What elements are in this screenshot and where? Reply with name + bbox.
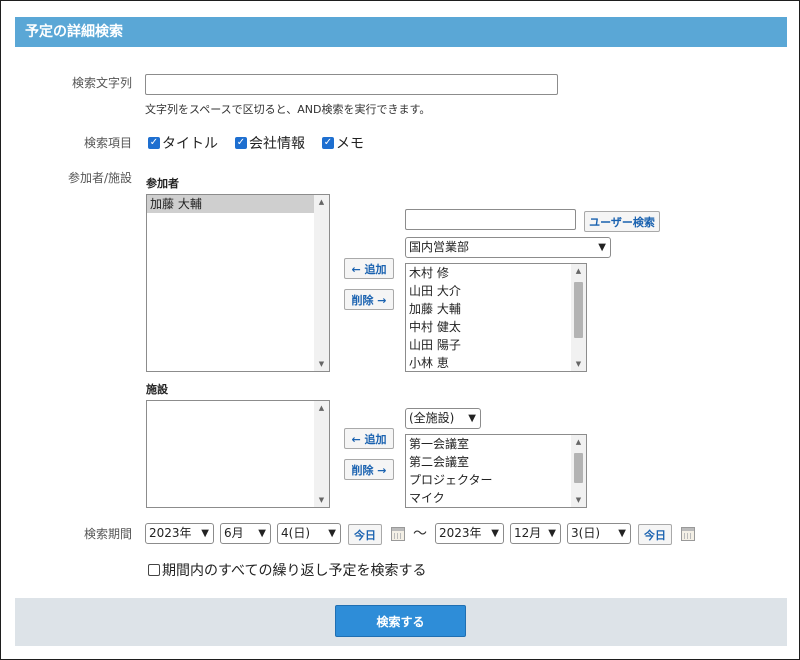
scrollbar[interactable]: ▲ ▼ <box>571 435 586 507</box>
checkbox-checked-icon: ✓ <box>322 137 334 149</box>
start-day-value: 4(日) <box>281 526 310 540</box>
checkbox-company-info-label: 会社情報 <box>249 136 305 152</box>
keyword-label: 検索文字列 <box>71 76 132 90</box>
checkbox-memo[interactable]: ✓ メモ <box>322 133 364 153</box>
scroll-up-icon[interactable]: ▲ <box>314 195 329 209</box>
chevron-down-icon: ▼ <box>258 528 266 539</box>
scroll-down-icon[interactable]: ▼ <box>571 493 586 507</box>
end-year-select[interactable]: 2023年 ▼ <box>435 523 504 544</box>
facilities-label: 施設 <box>146 383 168 396</box>
scroll-up-icon[interactable]: ▲ <box>571 264 586 278</box>
checkbox-checked-icon: ✓ <box>148 137 160 149</box>
keyword-hint: 文字列をスペースで区切ると、AND検索を実行できます。 <box>145 103 431 116</box>
start-month-value: 6月 <box>224 526 244 540</box>
facility-candidates-list[interactable]: 第一会議室 第二会議室 プロジェクター マイク ▲ ▼ <box>405 434 587 508</box>
dialog-title: 予定の詳細検索 <box>15 17 787 47</box>
period-label: 検索期間 <box>83 527 132 541</box>
chevron-down-icon: ▼ <box>201 528 209 539</box>
end-today-button[interactable]: 今日 <box>638 524 672 545</box>
checkbox-company-info[interactable]: ✓ 会社情報 <box>235 133 305 153</box>
checkbox-title-label: タイトル <box>162 136 218 152</box>
organization-select-value: 国内営業部 <box>409 240 470 254</box>
scroll-down-icon[interactable]: ▼ <box>571 357 586 371</box>
list-item[interactable]: 加藤 大輔 <box>147 195 314 213</box>
end-day-select[interactable]: 3(日) ▼ <box>567 523 631 544</box>
start-day-select[interactable]: 4(日) ▼ <box>277 523 341 544</box>
repeat-events-label: 期間内のすべての繰り返し予定を検索する <box>162 563 427 579</box>
list-item[interactable]: 第一会議室 <box>406 435 586 453</box>
scrollbar[interactable]: ▲ ▼ <box>314 195 329 371</box>
list-item[interactable]: 木村 修 <box>406 264 586 282</box>
facility-group-select[interactable]: (全施設) ▼ <box>405 408 481 429</box>
participants-facilities-label: 参加者/施設 <box>67 171 132 185</box>
scroll-up-icon[interactable]: ▲ <box>571 435 586 449</box>
scroll-thumb[interactable] <box>574 282 583 338</box>
remove-participant-button[interactable]: 削除 → <box>344 289 394 310</box>
list-item[interactable]: 山田 大介 <box>406 282 586 300</box>
chevron-down-icon: ▼ <box>548 528 556 539</box>
calendar-icon[interactable] <box>681 527 695 541</box>
chevron-down-icon: ▼ <box>598 242 606 253</box>
list-item[interactable]: マイク <box>406 489 586 507</box>
chevron-down-icon: ▼ <box>328 528 336 539</box>
end-month-value: 12月 <box>514 526 542 540</box>
repeat-events-checkbox[interactable]: 期間内のすべての繰り返し予定を検索する <box>148 560 426 580</box>
checkbox-checked-icon: ✓ <box>235 137 247 149</box>
checkbox-memo-label: メモ <box>336 136 364 152</box>
start-today-button[interactable]: 今日 <box>348 524 382 545</box>
selected-participants-list[interactable]: 加藤 大輔 ▲ ▼ <box>146 194 330 372</box>
fields-label: 検索項目 <box>83 136 132 150</box>
participants-label: 参加者 <box>146 177 179 190</box>
scroll-up-icon[interactable]: ▲ <box>314 401 329 415</box>
list-item[interactable]: 小林 恵 <box>406 354 586 371</box>
add-facility-button[interactable]: ← 追加 <box>344 428 394 449</box>
scroll-thumb[interactable] <box>574 453 583 483</box>
user-search-button[interactable]: ユーザー検索 <box>584 211 660 232</box>
remove-facility-button[interactable]: 削除 → <box>344 459 394 480</box>
checkbox-title[interactable]: ✓ タイトル <box>148 133 218 153</box>
keyword-input[interactable] <box>145 74 558 95</box>
start-year-select[interactable]: 2023年 ▼ <box>145 523 214 544</box>
end-day-value: 3(日) <box>571 526 600 540</box>
scroll-down-icon[interactable]: ▼ <box>314 493 329 507</box>
start-year-value: 2023年 <box>149 526 192 540</box>
search-button[interactable]: 検索する <box>335 605 466 637</box>
start-month-select[interactable]: 6月 ▼ <box>220 523 271 544</box>
list-item[interactable]: 山田 陽子 <box>406 336 586 354</box>
scrollbar[interactable]: ▲ ▼ <box>571 264 586 371</box>
list-item[interactable]: 中村 健太 <box>406 318 586 336</box>
chevron-down-icon: ▼ <box>491 528 499 539</box>
list-item[interactable]: 加藤 大輔 <box>406 300 586 318</box>
selected-facilities-list[interactable]: ▲ ▼ <box>146 400 330 508</box>
participant-candidates-list[interactable]: 木村 修 山田 大介 加藤 大輔 中村 健太 山田 陽子 小林 恵 ▲ ▼ <box>405 263 587 372</box>
add-participant-button[interactable]: ← 追加 <box>344 258 394 279</box>
chevron-down-icon: ▼ <box>618 528 626 539</box>
period-separator: 〜 <box>413 526 427 542</box>
list-item[interactable]: プロジェクター <box>406 471 586 489</box>
scrollbar[interactable]: ▲ ▼ <box>314 401 329 507</box>
checkbox-unchecked-icon <box>148 564 160 576</box>
end-year-value: 2023年 <box>439 526 482 540</box>
scroll-down-icon[interactable]: ▼ <box>314 357 329 371</box>
facility-group-select-value: (全施設) <box>409 411 455 425</box>
list-item[interactable]: 第二会議室 <box>406 453 586 471</box>
organization-select[interactable]: 国内営業部 ▼ <box>405 237 611 258</box>
user-search-input[interactable] <box>405 209 576 230</box>
calendar-icon[interactable] <box>391 527 405 541</box>
end-month-select[interactable]: 12月 ▼ <box>510 523 561 544</box>
chevron-down-icon: ▼ <box>468 413 476 424</box>
